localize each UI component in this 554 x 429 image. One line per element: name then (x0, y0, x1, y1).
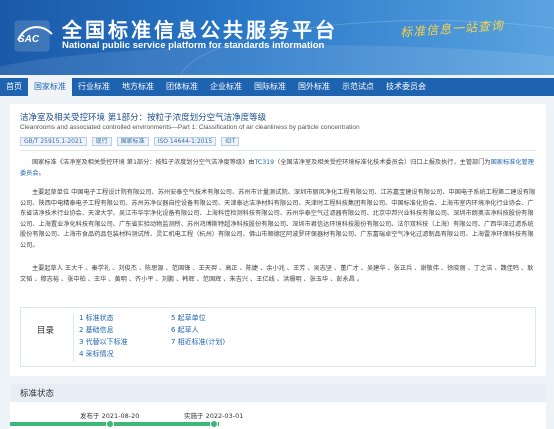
toc-column-2: 5 起草单位 6 起草人 7 相近标准(计划) (171, 312, 225, 348)
toc-link[interactable]: 1 标准状态 (79, 312, 128, 324)
toc-label: 目录 (37, 326, 55, 336)
logo-text: SAC (18, 34, 40, 45)
nav-item[interactable]: 国外标准 (292, 78, 336, 96)
timeline-implemented-dot (210, 420, 218, 428)
nav-item[interactable]: 国际标准 (248, 78, 292, 96)
toc-link[interactable]: 6 起草人 (171, 324, 225, 336)
timeline-progress (10, 422, 220, 426)
site-subtitle: National public service platform for sta… (62, 40, 325, 51)
standard-tag: 国家标准 (116, 137, 149, 146)
intro-prefix: 国家标准《洁净室及相关受控环境 第1部分：按粒子浓度划分空气洁净度等级》由 (32, 159, 255, 166)
standard-tag: ISO 14644-1:2015 (153, 137, 217, 146)
site-banner: SAC 全国标准信息公共服务平台 National public service… (0, 0, 554, 75)
toc-link[interactable]: 7 相近标准(计划) (171, 336, 225, 348)
status-timeline (10, 420, 546, 428)
committee-name: （全国洁净室及相关受控环境标准化技术委员会） (274, 159, 411, 166)
intro-paragraph: 国家标准《洁净室及相关受控环境 第1部分：按粒子浓度划分空气洁净度等级》由TC3… (20, 158, 536, 179)
toc-link[interactable]: 4 采标情况 (79, 348, 128, 360)
standard-english-title: Cleanrooms and associated controlled env… (20, 124, 360, 131)
nav-item[interactable]: 国家标准 (28, 78, 72, 96)
drafters-paragraph: 主要起草人 王大千 、秦学礼 、刘俊杰 、陈思源 、范国锋 、王天羿 、高正 、… (20, 265, 534, 283)
nav-item[interactable]: 技术委员会 (380, 78, 432, 96)
nav-item[interactable]: 地方标准 (116, 78, 160, 96)
toc-link[interactable]: 5 起草单位 (171, 312, 225, 324)
standard-title: 洁净室及相关受控环境 第1部分：按粒子浓度划分空气洁净度等级 (20, 113, 267, 123)
nav-item[interactable]: 首页 (0, 78, 28, 96)
committee-link[interactable]: TC319 (254, 159, 274, 166)
status-header: 标准状态 (10, 384, 546, 402)
divider (20, 150, 536, 151)
implemented-date: 实施于 2022-03-01 (184, 412, 244, 420)
nav-item[interactable]: 示范试点 (336, 78, 380, 96)
toc-link[interactable]: 3 代替以下标准 (79, 336, 128, 348)
published-date: 发布于 2021-08-20 (80, 412, 140, 420)
site-title: 全国标准信息公共服务平台 (62, 18, 338, 42)
main-nav: 首页 国家标准 行业标准 地方标准 团体标准 企业标准 国际标准 国外标准 示范试点 技术委员会 (0, 78, 554, 96)
toc-column-1: 1 标准状态 2 基础信息 3 代替以下标准 4 采标情况 (79, 312, 128, 360)
timeline-published-dot (106, 420, 114, 428)
table-of-contents: 目录 1 标准状态 2 基础信息 3 代替以下标准 4 采标情况 5 起草单位 6 起草… (20, 307, 536, 367)
toc-separator (73, 314, 74, 362)
drafting-units-paragraph: 主要起草单位 中国电子工程设计院有限公司、苏州安泰空气技术有限公司、苏州市计量测… (20, 189, 536, 249)
standard-tag: IDT (221, 137, 240, 146)
nav-item[interactable]: 行业标准 (72, 78, 116, 96)
status-title: 标准状态 (20, 389, 55, 399)
tag-list: GB/T 25915.1-2021 现行 国家标准 ISO 14644-1:2015 I… (20, 137, 240, 146)
intro-suffix: 。 (38, 169, 45, 177)
status-panel: 标准状态 发布于 2021-08-20 实施于 2022-03-01 (10, 384, 546, 429)
standard-tag: 现行 (91, 137, 112, 146)
standard-detail-card: 洁净室及相关受控环境 第1部分：按粒子浓度划分空气洁净度等级 Cleanroom… (10, 104, 546, 376)
standard-tag: GB/T 25915.1-2021 (20, 137, 87, 146)
intro-middle: 归口上报及执行，主管部门为 (410, 159, 491, 166)
toc-link[interactable]: 2 基础信息 (79, 324, 128, 336)
nav-item[interactable]: 企业标准 (204, 78, 248, 96)
nav-item[interactable]: 团体标准 (160, 78, 204, 96)
